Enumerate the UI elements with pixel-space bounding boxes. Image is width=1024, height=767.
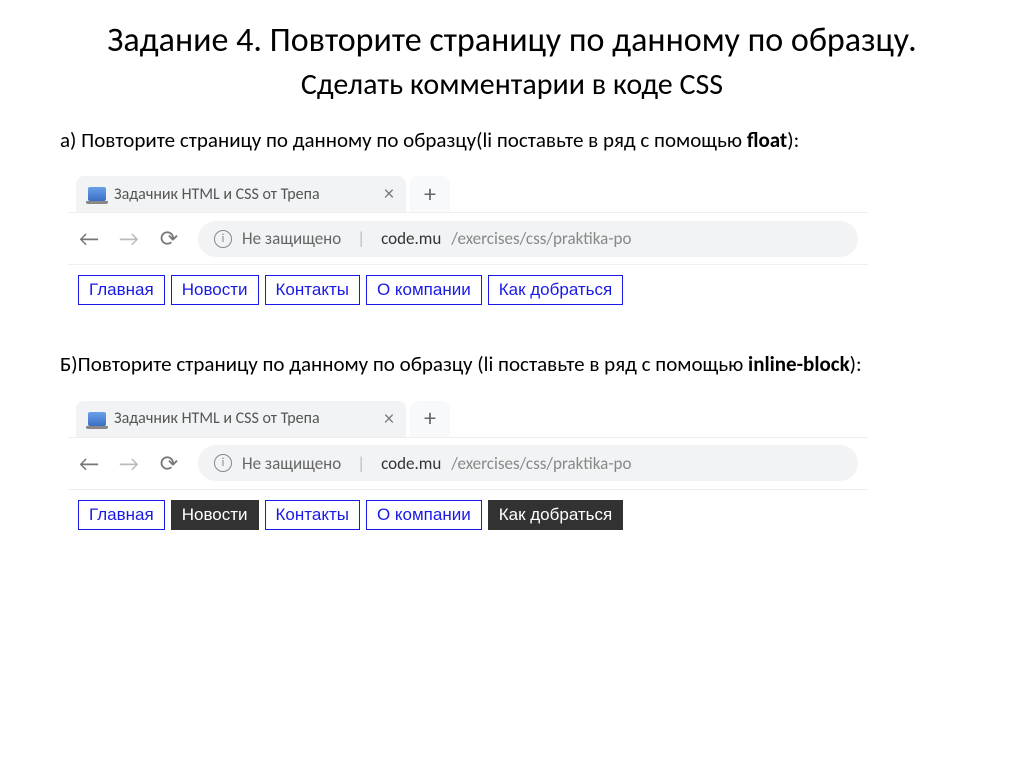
reload-button[interactable]: ⟳ <box>158 225 180 252</box>
browser-tab[interactable]: Задачник HTML и CSS от Трепа × <box>76 401 406 437</box>
url-domain: code.mu <box>381 228 441 249</box>
task-a-suffix: ): <box>787 127 799 153</box>
screenshot-b: Задачник HTML и CSS от Трепа × + ← → ⟳ i… <box>68 393 868 546</box>
new-tab-button[interactable]: + <box>410 176 450 212</box>
not-secure-label: Не защищено <box>242 228 341 249</box>
forward-button[interactable]: → <box>118 225 140 252</box>
tab-bar: Задачник HTML и CSS от Трепа × + <box>68 168 868 212</box>
task-a-text: а) Повторите страницу по данному по обра… <box>60 127 964 154</box>
menu-item[interactable]: О компании <box>366 275 482 305</box>
menu-item[interactable]: Контакты <box>265 500 360 530</box>
toolbar: ← → ⟳ i Не защищено | code.mu/exercises/… <box>68 437 868 489</box>
menu-item[interactable]: Новости <box>171 500 259 530</box>
task-a-bold: float <box>747 127 787 153</box>
browser-tab[interactable]: Задачник HTML и CSS от Трепа × <box>76 176 406 212</box>
task-b-prefix: Б)Повторите страницу по данному по образ… <box>60 351 748 377</box>
menu-item[interactable]: Главная <box>78 500 165 530</box>
task-b-bold: inline-block <box>748 351 850 377</box>
task-b-suffix: ): <box>850 351 862 377</box>
reload-button[interactable]: ⟳ <box>158 450 180 477</box>
tab-title: Задачник HTML и CSS от Трепа <box>114 409 320 428</box>
info-icon: i <box>214 454 232 472</box>
page-content: ГлавнаяНовостиКонтактыО компанииКак добр… <box>68 489 868 546</box>
close-icon[interactable]: × <box>384 182 394 206</box>
heading-main: Задание 4. Повторите страницу по данному… <box>107 20 916 61</box>
nav-menu-b: ГлавнаяНовостиКонтактыО компанииКак добр… <box>78 500 858 530</box>
url-domain: code.mu <box>381 453 441 474</box>
plus-icon: + <box>424 404 436 433</box>
back-button[interactable]: ← <box>78 450 100 477</box>
separator: | <box>357 228 365 249</box>
separator: | <box>357 453 365 474</box>
favicon-icon <box>88 187 106 201</box>
url-path: /exercises/css/praktika-po <box>451 453 631 474</box>
plus-icon: + <box>424 180 436 209</box>
address-bar[interactable]: i Не защищено | code.mu/exercises/css/pr… <box>198 445 858 481</box>
menu-item[interactable]: Как добраться <box>488 500 624 530</box>
url-path: /exercises/css/praktika-po <box>451 228 631 249</box>
address-bar[interactable]: i Не защищено | code.mu/exercises/css/pr… <box>198 221 858 257</box>
nav-menu-a: Главная Новости Контакты О компании Как … <box>78 275 858 305</box>
new-tab-button[interactable]: + <box>410 401 450 437</box>
screenshot-a: Задачник HTML и CSS от Трепа × + ← → ⟳ i… <box>68 168 868 321</box>
toolbar: ← → ⟳ i Не защищено | code.mu/exercises/… <box>68 212 868 264</box>
page-heading: Задание 4. Повторите страницу по данному… <box>60 20 964 105</box>
close-icon[interactable]: × <box>384 407 394 431</box>
info-icon: i <box>214 230 232 248</box>
back-button[interactable]: ← <box>78 225 100 252</box>
menu-item[interactable]: Как добраться <box>488 275 624 305</box>
forward-button[interactable]: → <box>118 450 140 477</box>
menu-item[interactable]: О компании <box>366 500 482 530</box>
heading-sub: Сделать комментарии в коде CSS <box>301 66 723 103</box>
task-b-text: Б)Повторите страницу по данному по образ… <box>60 351 964 378</box>
tab-title: Задачник HTML и CSS от Трепа <box>114 185 320 204</box>
favicon-icon <box>88 412 106 426</box>
menu-item[interactable]: Главная <box>78 275 165 305</box>
menu-item[interactable]: Новости <box>171 275 259 305</box>
not-secure-label: Не защищено <box>242 453 341 474</box>
page-content: Главная Новости Контакты О компании Как … <box>68 264 868 321</box>
tab-bar: Задачник HTML и CSS от Трепа × + <box>68 393 868 437</box>
menu-item[interactable]: Контакты <box>265 275 360 305</box>
task-a-prefix: а) Повторите страницу по данному по обра… <box>60 127 747 153</box>
